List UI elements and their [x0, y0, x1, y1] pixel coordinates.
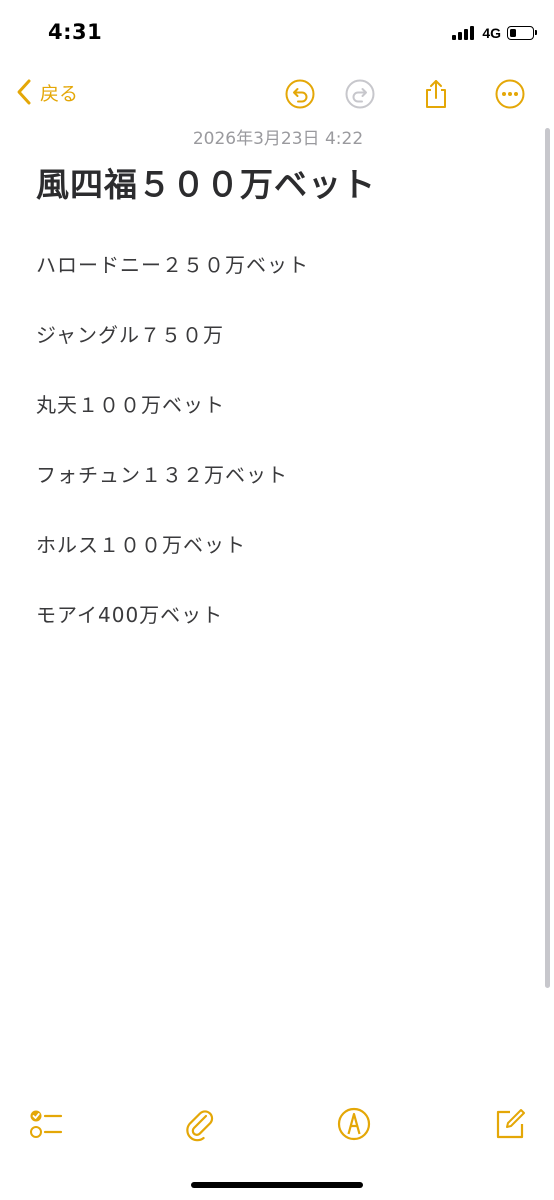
back-label: 戻る — [40, 82, 79, 105]
checklist-icon[interactable] — [28, 1106, 64, 1142]
note-line[interactable]: フォチュン１３２万ベット — [36, 460, 309, 530]
share-icon[interactable] — [420, 78, 452, 110]
redo-icon[interactable] — [344, 78, 376, 110]
note-line[interactable]: モアイ400万ベット — [36, 600, 309, 670]
status-time: 4:31 — [48, 20, 103, 44]
home-indicator[interactable] — [191, 1182, 363, 1188]
note-body[interactable]: ハロードニー２５０万ベット ジャングル７５０万 丸天１００万ベット フォチュン１… — [36, 250, 309, 670]
notes-screen: 4:31 4G 戻る 2026年3月23日 4:22 風四福５００万ベット ハロ… — [0, 0, 554, 1200]
undo-icon[interactable] — [284, 78, 316, 110]
more-icon[interactable] — [494, 78, 526, 110]
battery-level — [510, 29, 516, 37]
note-line[interactable]: 丸天１００万ベット — [36, 390, 309, 460]
status-bar: 4:31 4G — [0, 0, 554, 64]
note-line[interactable]: ハロードニー２５０万ベット — [36, 250, 309, 320]
note-line[interactable]: ジャングル７５０万 — [36, 320, 309, 390]
status-indicators: 4G — [452, 22, 537, 44]
bottom-toolbar — [0, 1100, 554, 1160]
cellular-signal-icon — [452, 26, 476, 40]
network-type: 4G — [482, 25, 501, 41]
attachment-icon[interactable] — [182, 1106, 218, 1142]
note-line[interactable]: ホルス１００万ベット — [36, 530, 309, 600]
compose-icon[interactable] — [492, 1106, 528, 1142]
note-title[interactable]: 風四福５００万ベット — [36, 158, 376, 206]
nav-bar: 戻る — [0, 70, 554, 120]
back-button[interactable]: 戻る — [16, 78, 78, 106]
markup-icon[interactable] — [336, 1106, 372, 1142]
chevron-left-icon — [17, 79, 31, 105]
battery-icon — [507, 26, 537, 40]
note-date: 2026年3月23日 4:22 — [192, 129, 364, 149]
vertical-scrollbar[interactable] — [545, 128, 550, 988]
